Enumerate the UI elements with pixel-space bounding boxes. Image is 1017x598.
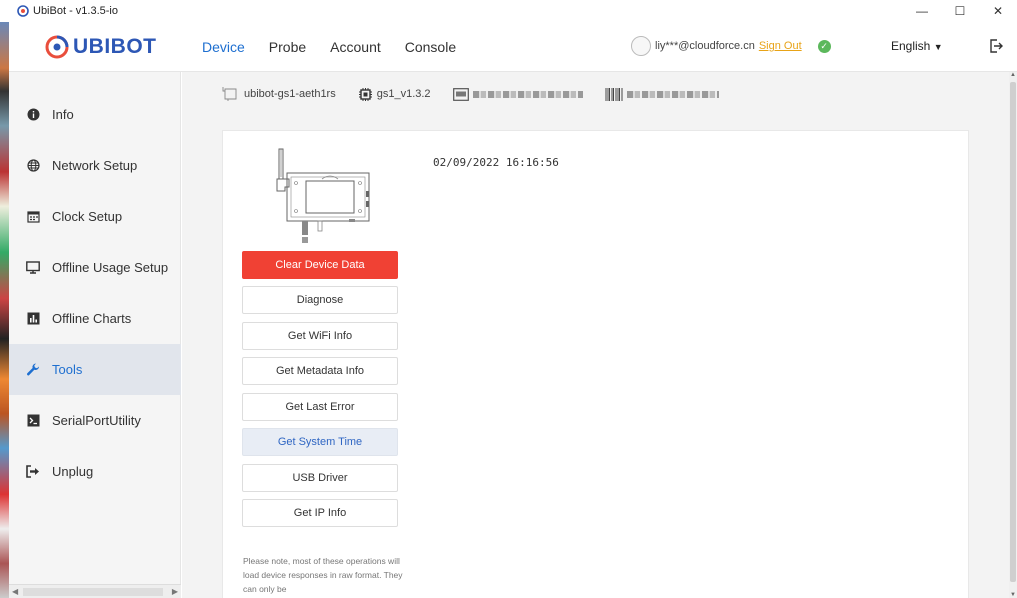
logo-text: UBIBOT [73,35,157,58]
caret-down-icon: ▼ [933,42,943,52]
app-header: UBIBOT Device Probe Account Console liy*… [9,22,1017,72]
user-email: liy***@cloudforce.cn [655,40,755,52]
desktop-edge-strip [0,22,9,598]
serial-group [605,87,719,101]
device-info-bar: ubibot-gs1-aeth1rs gs1_v1.3.2 [222,86,741,102]
diagnose-button[interactable]: Diagnose [242,286,398,314]
device-name: ubibot-gs1-aeth1rs [244,88,336,100]
chip-icon [358,87,372,101]
scroll-down-icon[interactable]: ▼ [1009,592,1017,598]
close-button[interactable]: ✕ [979,0,1017,22]
get-ip-info-button[interactable]: Get IP Info [242,499,398,527]
avatar[interactable] [631,36,651,56]
check-circle-icon: ✓ [817,39,831,53]
sidebar-item-offline-charts[interactable]: Offline Charts [9,293,181,344]
unplug-icon [26,465,40,479]
sidebar-item-label: SerialPortUtility [52,413,141,428]
bar-chart-icon [26,312,40,326]
language-select[interactable]: English ▼ [891,39,943,53]
main-vertical-scrollbar[interactable]: ▲ ▼ [1009,72,1017,598]
mac-address-redacted [472,90,583,98]
nav-device[interactable]: Device [202,39,245,55]
mac-icon [452,87,469,101]
mac-group [452,87,583,101]
sidebar-item-unplug[interactable]: Unplug [9,446,181,497]
serial-number-redacted [626,90,719,98]
monitor-icon [26,261,40,275]
main-content: ubibot-gs1-aeth1rs gs1_v1.3.2 02/09/2022… [182,72,1009,598]
get-wifi-info-button[interactable]: Get WiFi Info [242,322,398,350]
window-title: UbiBot - v1.3.5-io [33,5,118,17]
window-controls: — ☐ ✕ [903,0,1017,22]
sidebar-item-tools[interactable]: Tools [9,344,181,395]
barcode-icon [605,87,623,101]
tools-panel: 02/09/2022 16:16:56 Clear Device Data Di… [222,130,969,598]
sidebar-item-info[interactable]: Info [9,89,181,140]
get-metadata-info-button[interactable]: Get Metadata Info [242,357,398,385]
sign-out-link[interactable]: Sign Out [759,40,802,52]
operations-note: Please note, most of these operations wi… [243,556,403,594]
device-timestamp: 02/09/2022 16:16:56 [433,156,559,169]
scrollbar-thumb[interactable] [23,588,163,596]
terminal-icon [26,414,40,428]
usb-driver-button[interactable]: USB Driver [242,464,398,492]
top-nav: Device Probe Account Console [202,39,480,55]
sidebar-item-label: Offline Usage Setup [52,260,169,275]
sidebar-horizontal-scrollbar[interactable]: ◀ ▶ [9,584,181,598]
ubibot-logo[interactable]: UBIBOT [45,35,157,59]
device-name-group: ubibot-gs1-aeth1rs [222,86,336,102]
language-label: English [891,39,931,53]
calendar-icon [26,210,40,224]
sidebar-item-label: Unplug [52,464,94,479]
device-icon [222,87,237,101]
info-icon [26,108,40,122]
scrollbar-thumb[interactable] [1010,82,1016,582]
firmware-group: gs1_v1.3.2 [358,87,431,102]
maximize-button[interactable]: ☐ [941,0,979,22]
clear-device-data-button[interactable]: Clear Device Data [242,251,398,279]
scroll-right-icon[interactable]: ▶ [172,587,178,596]
firmware-version: gs1_v1.3.2 [376,88,431,100]
sidebar-item-network-setup[interactable]: Network Setup [9,140,181,191]
scroll-left-icon[interactable]: ◀ [12,587,18,596]
app-icon [17,5,29,17]
device-illustration [276,148,370,243]
app-window: UbiBot - v1.3.5-io — ☐ ✕ UBIBOT Device P… [0,0,1017,598]
sidebar-item-label: Network Setup [52,158,138,173]
get-system-time-button[interactable]: Get System Time [242,428,398,456]
exit-icon[interactable] [988,38,1004,54]
sidebar-item-label: Info [52,107,74,122]
nav-probe[interactable]: Probe [269,39,306,55]
nav-account[interactable]: Account [330,39,381,55]
globe-icon [26,159,40,173]
wrench-icon [26,362,40,377]
ubibot-logo-icon [45,35,69,59]
sidebar: Info Network Setup Clock Setup Offline U… [9,72,181,598]
get-last-error-button[interactable]: Get Last Error [242,393,398,421]
sidebar-item-label: Offline Charts [52,311,132,326]
title-bar: UbiBot - v1.3.5-io — ☐ ✕ [0,0,1017,22]
sidebar-item-serialportutility[interactable]: SerialPortUtility [9,395,181,446]
user-area: liy***@cloudforce.cn Sign Out ✓ [631,36,831,56]
sidebar-item-offline-usage-setup[interactable]: Offline Usage Setup [9,242,181,293]
scroll-up-icon[interactable]: ▲ [1009,72,1017,78]
minimize-button[interactable]: — [903,0,941,22]
sidebar-item-clock-setup[interactable]: Clock Setup [9,191,181,242]
nav-console[interactable]: Console [405,39,456,55]
sidebar-item-label: Tools [52,362,83,377]
sidebar-item-label: Clock Setup [52,209,123,224]
